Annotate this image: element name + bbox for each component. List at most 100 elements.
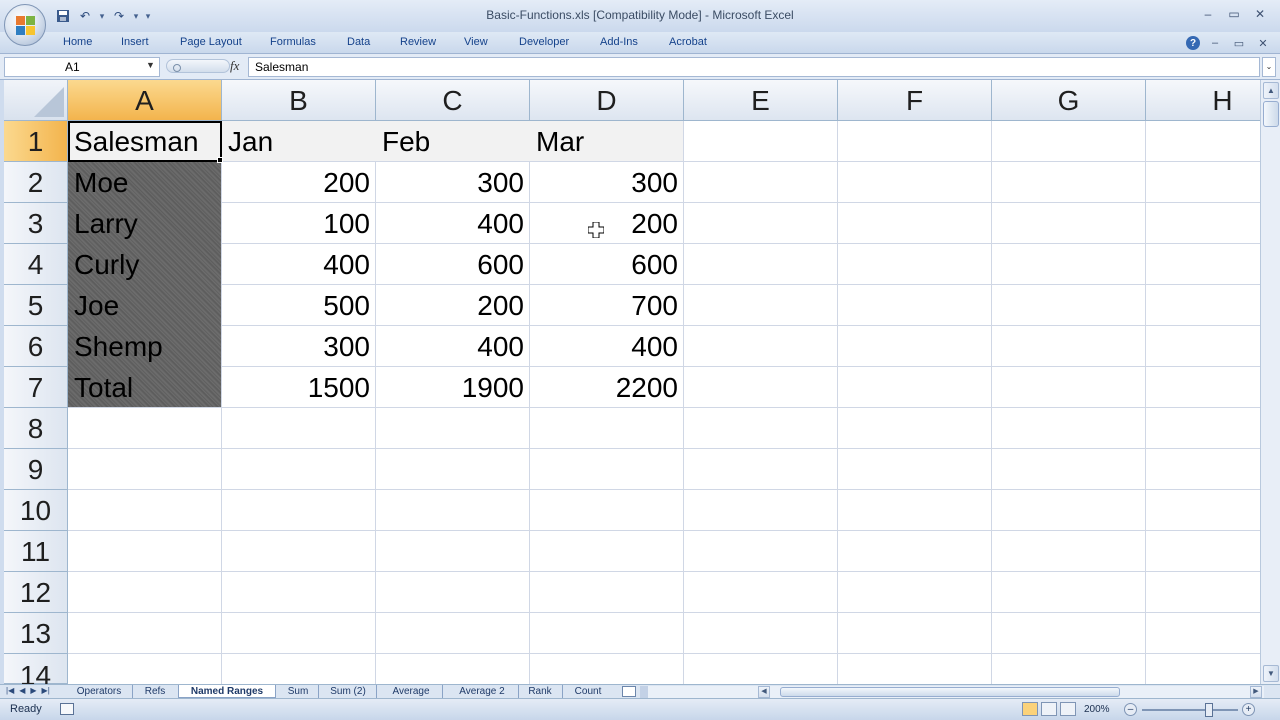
cell-a7[interactable]: Total: [68, 367, 222, 408]
column-header-a[interactable]: A: [68, 80, 222, 121]
first-sheet-icon[interactable]: |◀: [6, 686, 14, 695]
column-header-d[interactable]: D: [530, 80, 684, 121]
restore-button[interactable]: ▭: [1222, 4, 1246, 24]
cell-d6[interactable]: 400: [530, 326, 684, 367]
cell-d1[interactable]: Mar: [530, 121, 684, 162]
sheet-tab-average[interactable]: Average: [382, 685, 440, 698]
row-header-8[interactable]: 8: [4, 408, 68, 449]
cell-d7[interactable]: 2200: [530, 367, 684, 408]
cell-b1[interactable]: Jan: [222, 121, 376, 162]
cell-c6[interactable]: 400: [376, 326, 530, 367]
cell-a3[interactable]: Larry: [68, 203, 222, 244]
vertical-scrollbar[interactable]: ▲ ▼: [1260, 80, 1280, 684]
cell-b7[interactable]: 1500: [222, 367, 376, 408]
cell-b5[interactable]: 500: [222, 285, 376, 326]
row-header-4[interactable]: 4: [4, 244, 68, 285]
horizontal-scrollbar[interactable]: ◀ ▶: [640, 686, 1264, 698]
column-header-b[interactable]: B: [222, 80, 376, 121]
column-header-e[interactable]: E: [684, 80, 838, 121]
sheet-tab-named-ranges[interactable]: Named Ranges: [178, 685, 276, 698]
cell-a6[interactable]: Shemp: [68, 326, 222, 367]
tab-home[interactable]: Home: [63, 36, 92, 48]
zoom-out-icon[interactable]: –: [1124, 703, 1137, 716]
last-sheet-icon[interactable]: ▶|: [42, 686, 50, 695]
next-sheet-icon[interactable]: ▶: [30, 686, 36, 695]
row-header-7[interactable]: 7: [4, 367, 68, 408]
cell-d5[interactable]: 700: [530, 285, 684, 326]
row-header-10[interactable]: 10: [4, 490, 68, 531]
formula-bar-grip[interactable]: [166, 59, 230, 73]
row-header-12[interactable]: 12: [4, 572, 68, 613]
horizontal-scroll-thumb[interactable]: [780, 687, 1120, 697]
tab-developer[interactable]: Developer: [519, 36, 569, 48]
zoom-level[interactable]: 200%: [1084, 704, 1110, 715]
zoom-slider-track[interactable]: [1142, 709, 1238, 711]
column-header-g[interactable]: G: [992, 80, 1146, 121]
row-header-6[interactable]: 6: [4, 326, 68, 367]
cell-c3[interactable]: 400: [376, 203, 530, 244]
formula-input[interactable]: Salesman: [248, 57, 1260, 77]
workbook-close-button[interactable]: ✕: [1254, 34, 1272, 52]
cell-d2[interactable]: 300: [530, 162, 684, 203]
cell-b3[interactable]: 100: [222, 203, 376, 244]
select-all-button[interactable]: [4, 80, 68, 121]
macro-record-icon[interactable]: [60, 703, 74, 715]
tab-insert[interactable]: Insert: [121, 36, 149, 48]
cell-a5[interactable]: Joe: [68, 285, 222, 326]
column-header-c[interactable]: C: [376, 80, 530, 121]
close-button[interactable]: ✕: [1248, 4, 1272, 24]
insert-function-button[interactable]: fx: [230, 58, 239, 74]
tab-review[interactable]: Review: [400, 36, 436, 48]
workbook-minimize-button[interactable]: –: [1206, 34, 1224, 52]
prev-sheet-icon[interactable]: ◀: [19, 686, 25, 695]
cell-d4[interactable]: 600: [530, 244, 684, 285]
tab-split-handle[interactable]: [640, 686, 648, 698]
zoom-slider-thumb[interactable]: [1205, 703, 1213, 717]
page-layout-view-icon[interactable]: [1041, 702, 1057, 716]
cell-a4[interactable]: Curly: [68, 244, 222, 285]
row-header-3[interactable]: 3: [4, 203, 68, 244]
row-header-9[interactable]: 9: [4, 449, 68, 490]
sheet-tab-count[interactable]: Count: [566, 685, 610, 698]
cell-d3[interactable]: 200: [530, 203, 684, 244]
normal-view-icon[interactable]: [1022, 702, 1038, 716]
sheet-tab-sum-2[interactable]: Sum (2): [322, 685, 374, 698]
cell-c2[interactable]: 300: [376, 162, 530, 203]
tab-add-ins[interactable]: Add-Ins: [600, 36, 638, 48]
scroll-up-icon[interactable]: ▲: [1263, 82, 1279, 99]
insert-worksheet-icon[interactable]: [622, 686, 636, 697]
tab-page-layout[interactable]: Page Layout: [180, 36, 242, 48]
row-header-14[interactable]: 14: [4, 654, 68, 684]
cell-b2[interactable]: 200: [222, 162, 376, 203]
sheet-tab-operators[interactable]: Operators: [68, 685, 130, 698]
row-header-1[interactable]: 1: [4, 121, 68, 162]
cell-c1[interactable]: Feb: [376, 121, 530, 162]
scroll-down-icon[interactable]: ▼: [1263, 665, 1279, 682]
cell-c7[interactable]: 1900: [376, 367, 530, 408]
zoom-in-icon[interactable]: +: [1242, 703, 1255, 716]
tab-acrobat[interactable]: Acrobat: [669, 36, 707, 48]
cell-a1[interactable]: Salesman: [68, 121, 222, 162]
vertical-scroll-thumb[interactable]: [1263, 101, 1279, 127]
page-break-view-icon[interactable]: [1060, 702, 1076, 716]
minimize-button[interactable]: –: [1196, 4, 1220, 24]
sheet-tab-average-2[interactable]: Average 2: [448, 685, 516, 698]
cell-a2[interactable]: Moe: [68, 162, 222, 203]
row-header-5[interactable]: 5: [4, 285, 68, 326]
tab-data[interactable]: Data: [347, 36, 370, 48]
tab-formulas[interactable]: Formulas: [270, 36, 316, 48]
name-box[interactable]: A1: [4, 57, 160, 77]
name-box-dropdown-icon[interactable]: ▼: [146, 60, 155, 70]
scroll-right-icon[interactable]: ▶: [1250, 686, 1262, 698]
column-header-h[interactable]: H: [1146, 80, 1260, 121]
tab-view[interactable]: View: [464, 36, 488, 48]
help-icon[interactable]: ?: [1186, 36, 1200, 50]
cell-c4[interactable]: 600: [376, 244, 530, 285]
sheet-tab-sum[interactable]: Sum: [280, 685, 316, 698]
cell-b4[interactable]: 400: [222, 244, 376, 285]
row-header-13[interactable]: 13: [4, 613, 68, 654]
cell-b6[interactable]: 300: [222, 326, 376, 367]
workbook-restore-button[interactable]: ▭: [1230, 34, 1248, 52]
column-header-f[interactable]: F: [838, 80, 992, 121]
row-header-11[interactable]: 11: [4, 531, 68, 572]
